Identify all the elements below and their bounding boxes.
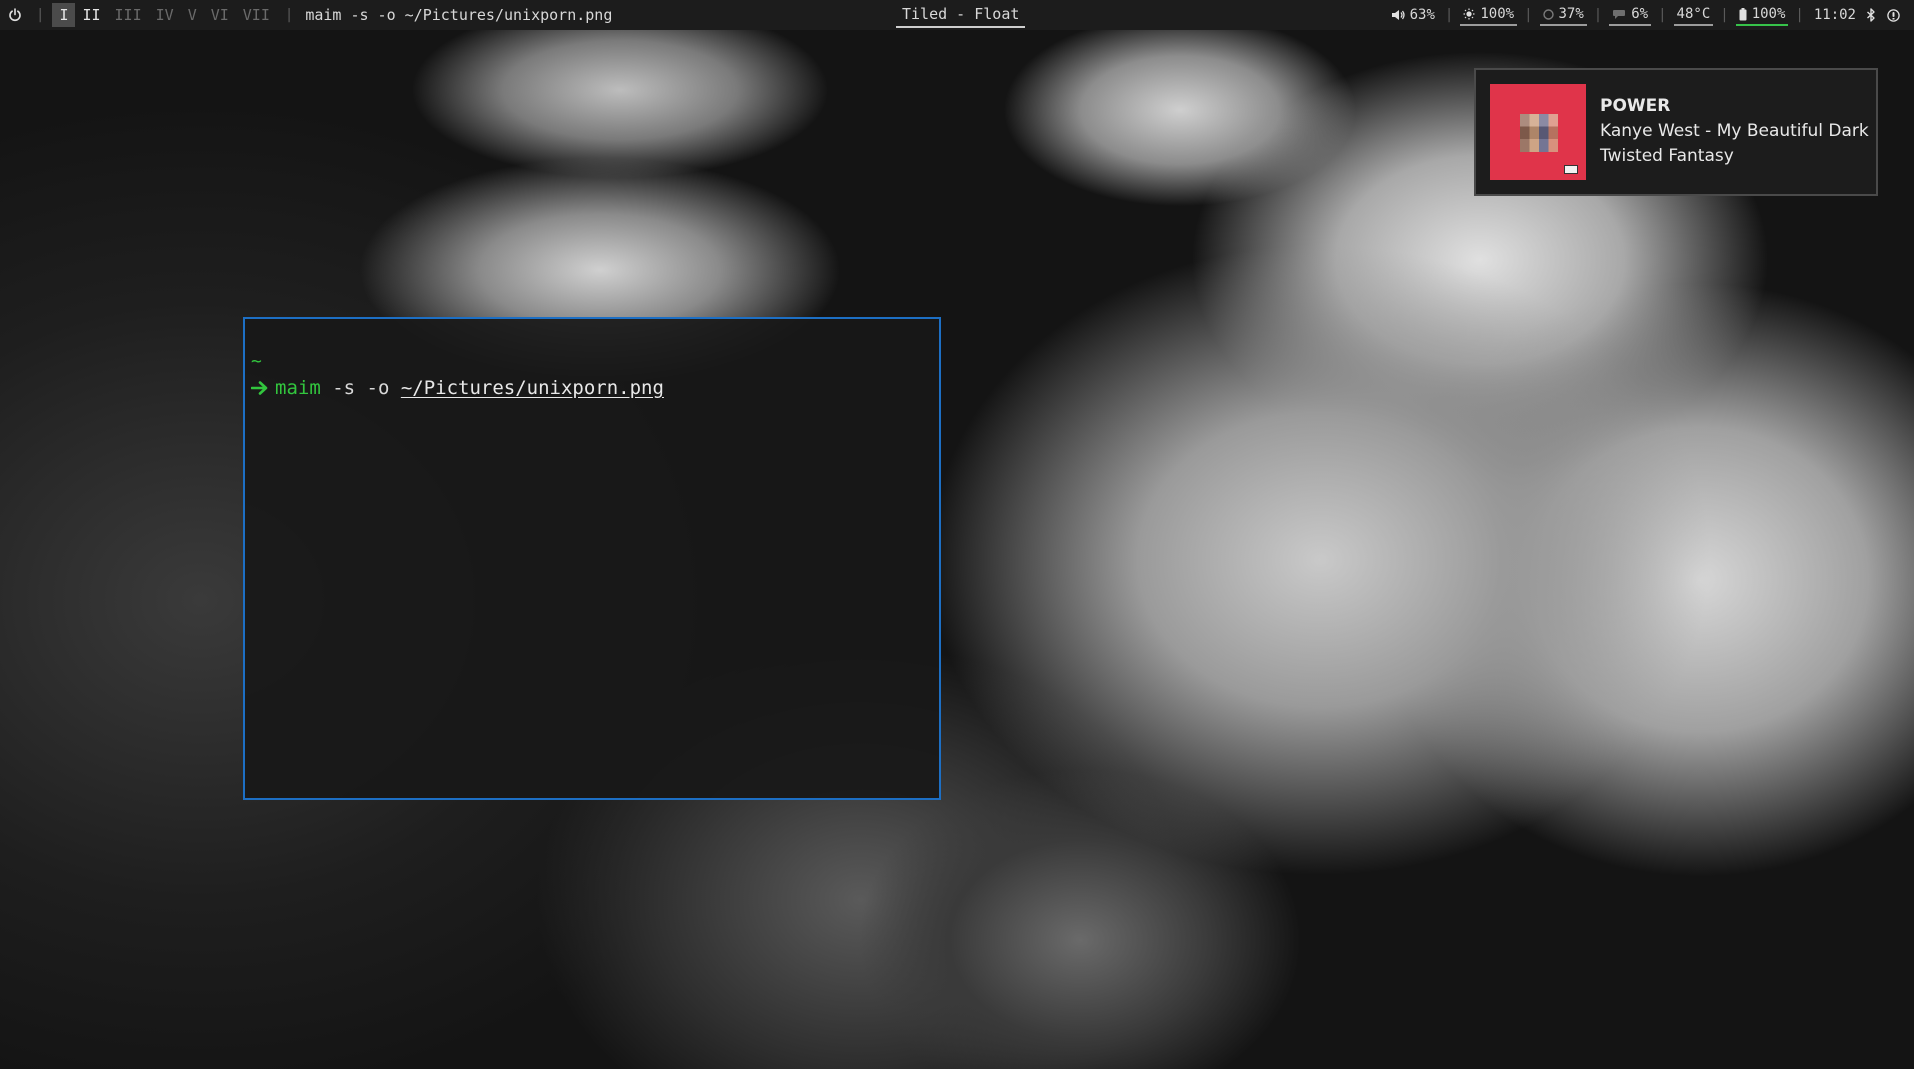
separator: | [1658, 7, 1667, 23]
notification-text: POWER Kanye West - My Beautiful Dark Twi… [1600, 96, 1870, 169]
workspace-3[interactable]: III [108, 3, 149, 27]
focused-window-title: maim -s -o ~/Pictures/unixporn.png [305, 6, 613, 24]
terminal-path: ~/Pictures/unixporn.png [400, 377, 664, 399]
layout-indicator[interactable]: Tiled - Float [896, 0, 1026, 30]
battery-icon [1739, 7, 1747, 21]
power-icon[interactable] [2, 8, 28, 22]
battery-module[interactable]: 100% [1735, 4, 1789, 26]
notification-toggle[interactable] [1884, 4, 1908, 26]
prompt-arrow-icon [251, 380, 269, 396]
clock-value: 11:02 [1813, 7, 1856, 23]
notification-body: Kanye West - My Beautiful Dark Twisted F… [1600, 120, 1869, 166]
bar-left: | I II III IV V VI VII | maim -s -o ~/Pi… [0, 0, 612, 30]
workspace-7[interactable]: VII [236, 3, 277, 27]
terminal-command: maim [275, 377, 321, 399]
bell-off-icon [1887, 8, 1900, 22]
volume-module[interactable]: 63% [1388, 4, 1438, 26]
bluetooth-module[interactable] [1863, 4, 1884, 26]
cpu-value: 37% [1558, 6, 1584, 22]
brightness-module[interactable]: 100% [1460, 4, 1518, 26]
bluetooth-icon [1866, 8, 1876, 22]
notification-title: POWER [1600, 95, 1671, 116]
terminal-cwd: ~ [251, 351, 262, 372]
separator: | [284, 7, 294, 23]
workspace-2[interactable]: II [75, 3, 107, 27]
cpu-module[interactable]: 37% [1539, 4, 1587, 26]
workspace-4[interactable]: IV [149, 3, 181, 27]
media-notification[interactable]: POWER Kanye West - My Beautiful Dark Twi… [1474, 68, 1878, 196]
parental-advisory-label [1564, 165, 1578, 174]
separator: | [1720, 7, 1729, 23]
memory-value: 6% [1631, 6, 1649, 22]
separator: | [1795, 7, 1804, 23]
terminal-args: -s -o [320, 377, 401, 399]
workspace-5[interactable]: V [181, 3, 204, 27]
separator: | [1593, 7, 1603, 23]
terminal-prompt-line[interactable]: maim -s -o ~/Pictures/unixporn.png [251, 377, 664, 399]
clock-module[interactable]: 11:02 [1811, 4, 1859, 26]
status-bar: | I II III IV V VI VII | maim -s -o ~/Pi… [0, 0, 1914, 30]
temperature-module[interactable]: 48°C [1673, 4, 1714, 26]
separator: | [1444, 7, 1454, 23]
workspace-1[interactable]: I [52, 3, 76, 27]
cpu-icon [1542, 8, 1554, 20]
temperature-value: 48°C [1676, 6, 1711, 22]
memory-icon [1612, 8, 1626, 20]
volume-icon [1391, 9, 1405, 21]
workspace-6[interactable]: VI [204, 3, 236, 27]
brightness-icon [1463, 8, 1475, 20]
bar-right: 63% | 100% | 37% | 6% | 48°C | 100% | 11… [1388, 0, 1914, 30]
desktop-wallpaper: | I II III IV V VI VII | maim -s -o ~/Pi… [0, 0, 1914, 1069]
layout-label: Tiled - Float [896, 3, 1026, 28]
terminal-window[interactable]: ~ maim -s -o ~/Pictures/unixporn.png [243, 317, 941, 800]
separator: | [1524, 7, 1533, 23]
album-art-image [1520, 114, 1558, 152]
brightness-value: 100% [1480, 6, 1515, 22]
volume-value: 63% [1409, 7, 1435, 23]
album-art [1490, 84, 1586, 180]
battery-value: 100% [1751, 6, 1786, 22]
separator: | [36, 7, 45, 23]
memory-module[interactable]: 6% [1609, 4, 1652, 26]
